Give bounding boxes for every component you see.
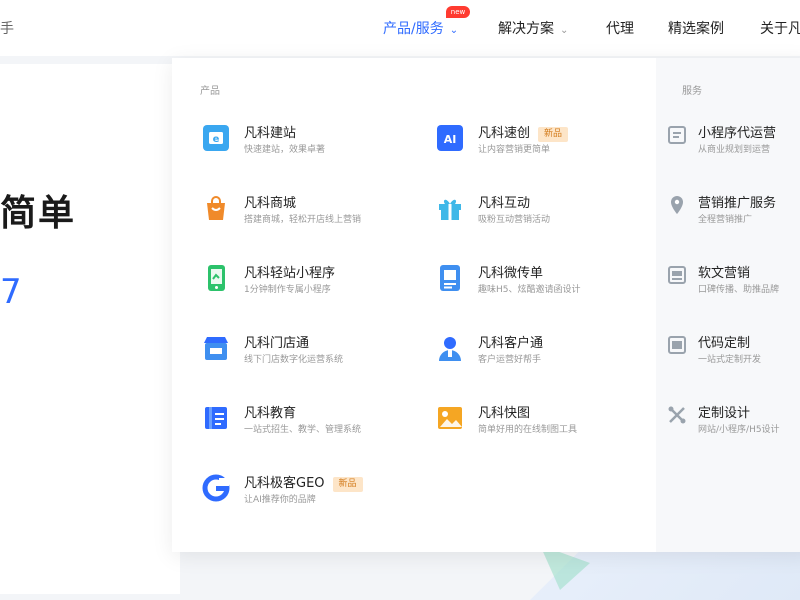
- product-name: 凡科快图: [478, 406, 531, 421]
- new-tag: 新品: [538, 127, 569, 142]
- product-item-mini-program[interactable]: 凡科轻站小程序 1分钟制作专属小程序: [202, 260, 422, 300]
- products-services-dropdown: 产品 e 凡科建站 快速建站，效果卓著 AI 凡科速创 新品 让内容营销更简单 凡…: [172, 58, 800, 552]
- code-icon: [666, 334, 688, 356]
- shopping-bag-icon: [202, 194, 230, 222]
- new-tag: 新品: [332, 477, 363, 492]
- article-icon: [666, 264, 688, 286]
- flyer-icon: [436, 264, 464, 292]
- service-item-code[interactable]: 代码定制 一站式定制开发: [660, 330, 800, 370]
- hero-title: 简单: [0, 193, 77, 234]
- nav-cases-label: 精选案例: [668, 21, 724, 37]
- product-item-mall[interactable]: 凡科商城 搭建商城，轻松开店线上营销: [202, 190, 422, 230]
- mini-ops-icon: [666, 124, 688, 146]
- product-desc: 让内容营销更简单: [478, 145, 551, 155]
- product-desc: 简单好用的在线制图工具: [478, 425, 578, 435]
- product-desc: 让AI推荐你的品牌: [244, 495, 316, 505]
- top-nav: 手 产品/服务 ⌄ new 解决方案 ⌄ 代理 精选案例 关于凡: [0, 0, 800, 56]
- product-desc: 一站式招生、教学、管理系统: [244, 425, 362, 435]
- website-icon: e: [202, 124, 230, 152]
- nav-cases[interactable]: 精选案例: [668, 18, 724, 38]
- service-desc: 一站式定制开发: [698, 355, 762, 365]
- brand-logo-fragment[interactable]: 手: [0, 18, 14, 38]
- product-name: 凡科极客GEO: [244, 476, 325, 491]
- product-desc: 搭建商城，轻松开店线上营销: [244, 215, 362, 225]
- services-section: 服务 小程序代运营 从商业规划到运营 营销推广服务 全程营销推广 软文营销 口碑…: [656, 58, 800, 552]
- product-desc: 1分钟制作专属小程序: [244, 285, 331, 295]
- gift-icon: [436, 194, 464, 222]
- chevron-down-icon: ⌄: [449, 25, 459, 36]
- product-item-website[interactable]: e 凡科建站 快速建站，效果卓著: [202, 120, 422, 160]
- geo-icon: [202, 474, 230, 502]
- nav-solutions[interactable]: 解决方案 ⌄: [498, 18, 568, 38]
- product-desc: 快速建站，效果卓著: [244, 145, 326, 155]
- product-item-customer[interactable]: 凡科客户通 客户运营好帮手: [436, 330, 656, 370]
- service-item-article[interactable]: 软文营销 口碑传播、助推品牌: [660, 260, 800, 300]
- product-name: 凡科商城: [244, 196, 297, 211]
- nav-agent-label: 代理: [606, 21, 634, 37]
- product-name-with-tag: 凡科速创 新品: [478, 122, 569, 142]
- products-section: 产品 e 凡科建站 快速建站，效果卓著 AI 凡科速创 新品 让内容营销更简单 凡…: [172, 58, 656, 552]
- product-name: 凡科速创: [478, 126, 531, 141]
- nav-products-services[interactable]: 产品/服务 ⌄: [383, 18, 458, 38]
- product-item-store[interactable]: 凡科门店通 线下门店数字化运营系统: [202, 330, 422, 370]
- service-item-design[interactable]: 定制设计 网站/小程序/H5设计: [660, 400, 800, 440]
- image-icon: [436, 404, 464, 432]
- product-name: 凡科建站: [244, 126, 297, 141]
- product-item-suchuang[interactable]: AI 凡科速创 新品 让内容营销更简单: [436, 120, 656, 160]
- service-desc: 全程营销推广: [698, 215, 753, 225]
- service-item-promotion[interactable]: 营销推广服务 全程营销推广: [660, 190, 800, 230]
- store-icon: [202, 334, 230, 362]
- svg-text:e: e: [213, 134, 220, 145]
- product-name: 凡科教育: [244, 406, 297, 421]
- services-section-label: 服务: [682, 86, 702, 97]
- product-name: 凡科客户通: [478, 336, 544, 351]
- product-item-flyer[interactable]: 凡科微传单 趣味H5、炫酷邀请函设计: [436, 260, 656, 300]
- products-section-label: 产品: [200, 86, 220, 97]
- product-desc: 线下门店数字化运营系统: [244, 355, 344, 365]
- nav-agent[interactable]: 代理: [606, 18, 634, 38]
- service-desc: 从商业规划到运营: [698, 145, 771, 155]
- nav-products-services-label: 产品/服务: [383, 21, 444, 37]
- design-tools-icon: [666, 404, 688, 426]
- product-name: 凡科互动: [478, 196, 531, 211]
- product-desc: 吸粉互动营销活动: [478, 215, 551, 225]
- service-name: 代码定制: [698, 336, 751, 351]
- service-name: 软文营销: [698, 266, 751, 281]
- ai-icon: AI: [436, 124, 464, 152]
- service-item-mini-ops[interactable]: 小程序代运营 从商业规划到运营: [660, 120, 800, 160]
- service-desc: 口碑传播、助推品牌: [698, 285, 780, 295]
- hero-number: 7: [0, 272, 22, 312]
- nav-about[interactable]: 关于凡: [760, 18, 800, 38]
- hot-badge: new: [446, 6, 470, 18]
- product-item-geo[interactable]: 凡科极客GEO 新品 让AI推荐你的品牌: [202, 470, 422, 510]
- product-name: 凡科微传单: [478, 266, 544, 281]
- nav-about-label: 关于凡: [760, 21, 800, 37]
- nav-solutions-label: 解决方案: [498, 21, 554, 37]
- service-desc: 网站/小程序/H5设计: [698, 425, 780, 435]
- hero-panel: 简单 7: [0, 64, 180, 594]
- service-name: 营销推广服务: [698, 196, 777, 211]
- customer-icon: [436, 334, 464, 362]
- svg-text:AI: AI: [444, 133, 457, 146]
- mini-program-icon: [202, 264, 230, 292]
- product-desc: 客户运营好帮手: [478, 355, 542, 365]
- product-name: 凡科轻站小程序: [244, 266, 336, 281]
- service-name: 定制设计: [698, 406, 751, 421]
- product-name: 凡科门店通: [244, 336, 310, 351]
- chevron-down-icon: ⌄: [560, 25, 569, 36]
- product-item-kuaitu[interactable]: 凡科快图 简单好用的在线制图工具: [436, 400, 656, 440]
- product-item-interactive[interactable]: 凡科互动 吸粉互动营销活动: [436, 190, 656, 230]
- location-icon: [666, 194, 688, 216]
- product-item-education[interactable]: 凡科教育 一站式招生、教学、管理系统: [202, 400, 422, 440]
- service-name: 小程序代运营: [698, 126, 777, 141]
- product-name-with-tag: 凡科极客GEO 新品: [244, 472, 363, 492]
- education-icon: [202, 404, 230, 432]
- product-desc: 趣味H5、炫酷邀请函设计: [478, 285, 581, 295]
